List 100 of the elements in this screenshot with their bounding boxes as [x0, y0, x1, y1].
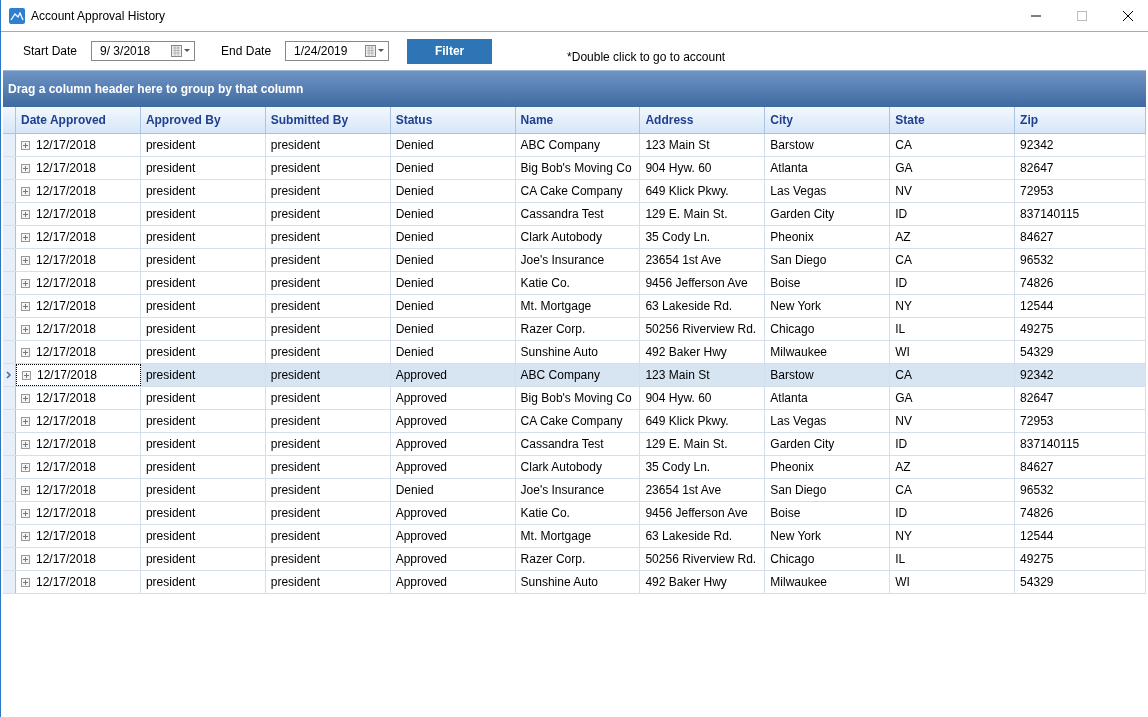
table-cell-text: Las Vegas [770, 413, 827, 430]
table-cell-text: Approved [395, 436, 448, 453]
table-cell-text: Cassandra Test [520, 206, 604, 223]
expand-icon[interactable] [21, 209, 30, 219]
table-cell-text: 12/17/2018 [36, 160, 97, 177]
table-row[interactable]: 12/17/2018 president president Approved Sunshine Auto 492 Baker Hwy Milwaukee WI 54329 [3, 571, 1146, 594]
table-cell-text: 12/17/2018 [36, 183, 97, 200]
table-cell-text: president [145, 459, 196, 476]
table-row[interactable]: 12/17/2018 president president Approved Katie Co. 9456 Jefferson Ave Boise ID 74826 [3, 502, 1146, 525]
calendar-dropdown-icon[interactable] [171, 45, 192, 57]
table-cell-text: New York [770, 298, 822, 315]
expand-icon[interactable] [21, 163, 30, 173]
table-row[interactable]: 12/17/2018 president president Approved Razer Corp. 50256 Riverview Rd. Chicago IL 49275 [3, 548, 1146, 571]
expand-icon[interactable] [21, 531, 30, 541]
table-row[interactable]: 12/17/2018 president president Approved Big Bob's Moving Co 904 Hyw. 60 Atlanta GA 82647 [3, 387, 1146, 410]
expand-icon[interactable] [21, 577, 30, 587]
table-row[interactable]: 12/17/2018 president president Denied Joe's Insurance 23654 1st Ave San Diego CA 96532 [3, 249, 1146, 272]
table-cell-text: Approved [395, 574, 448, 591]
expand-icon[interactable] [21, 301, 30, 311]
table-cell-text: president [270, 574, 321, 591]
table-cell-text: president [270, 551, 321, 568]
expand-icon[interactable] [22, 370, 31, 380]
column-header[interactable]: Zip [1015, 107, 1146, 133]
table-cell-text: president [145, 229, 196, 246]
table-cell-text: 649 Klick Pkwy. [645, 183, 729, 200]
column-header[interactable]: City [765, 107, 891, 133]
close-icon[interactable] [1122, 9, 1134, 22]
expand-icon[interactable] [21, 462, 30, 472]
table-cell-text: 12/17/2018 [36, 137, 97, 154]
table-row[interactable]: 12/17/2018 president president Approved Mt. Mortgage 63 Lakeside Rd. New York NY 12544 [3, 525, 1146, 548]
table-cell-text: Las Vegas [770, 183, 827, 200]
table-cell-text: 9456 Jefferson Ave [645, 505, 748, 522]
table-cell-text: president [145, 551, 196, 568]
table-cell-text: president [145, 252, 196, 269]
table-row[interactable]: 12/17/2018 president president Denied Sunshine Auto 492 Baker Hwy Milwaukee WI 54329 [3, 341, 1146, 364]
table-cell-text: CA Cake Company [520, 413, 623, 430]
column-header[interactable]: Name [515, 107, 641, 133]
table-cell-text: NY [895, 528, 912, 545]
table-cell-text: Denied [395, 206, 434, 223]
table-row[interactable]: 12/17/2018 president president Denied Cassandra Test 129 E. Main St. Garden City ID 837140115 [3, 203, 1146, 226]
table-cell-text: president [145, 321, 196, 338]
table-cell-text: WI [895, 344, 910, 361]
expand-icon[interactable] [21, 439, 30, 449]
table-cell-text: Cassandra Test [520, 436, 604, 453]
filter-button[interactable]: Filter [407, 38, 493, 64]
table-row[interactable]: 12/17/2018 president president Approved CA Cake Company 649 Klick Pkwy. Las Vegas NV 72953 [3, 410, 1146, 433]
table-row[interactable]: 12/17/2018 president president Denied Mt. Mortgage 63 Lakeside Rd. New York NY 12544 [3, 295, 1146, 318]
column-header[interactable]: Submitted By [265, 107, 391, 133]
table-cell-text: Boise [770, 275, 801, 292]
table-row[interactable]: 12/17/2018 president president Approved Cassandra Test 129 E. Main St. Garden City ID 837140115 [3, 433, 1146, 456]
table-cell-text: Barstow [770, 137, 814, 154]
table-row[interactable]: 12/17/2018 president president Denied ABC Company 123 Main St Barstow CA 92342 [3, 134, 1146, 157]
expand-icon[interactable] [21, 140, 30, 150]
table-cell-text: Joe's Insurance [520, 482, 605, 499]
table-row[interactable]: 12/17/2018 president president Denied Razer Corp. 50256 Riverview Rd. Chicago IL 49275 [3, 318, 1146, 341]
table-cell-text: Denied [395, 275, 434, 292]
expand-icon[interactable] [21, 186, 30, 196]
expand-icon[interactable] [21, 232, 30, 242]
table-cell-text: president [145, 574, 196, 591]
table-row[interactable]: 12/17/2018 president president Denied Katie Co. 9456 Jefferson Ave Boise ID 74826 [3, 272, 1146, 295]
expand-icon[interactable] [21, 554, 30, 564]
row-indicator[interactable] [3, 364, 16, 386]
expand-icon[interactable] [21, 393, 30, 403]
table-row[interactable]: 12/17/2018 president president Approved Clark Autobody 35 Cody Ln. Pheonix AZ 84627 [3, 456, 1146, 479]
column-header[interactable]: Approved By [140, 107, 266, 133]
table-cell-text: Atlanta [770, 390, 808, 407]
calendar-dropdown-icon[interactable] [365, 45, 386, 57]
column-header[interactable]: State [890, 107, 1016, 133]
table-row[interactable]: 12/17/2018 president president Denied Joe's Insurance 23654 1st Ave San Diego CA 96532 [3, 479, 1146, 502]
end-date-field[interactable]: 1/24/2019 [285, 41, 390, 61]
column-header[interactable]: Status [390, 107, 516, 133]
column-header[interactable]: Address [640, 107, 766, 133]
table-cell-text: 12/17/2018 [36, 229, 97, 246]
table-cell-text: ABC Company [520, 137, 600, 154]
expand-icon[interactable] [21, 416, 30, 426]
table-cell-text: 54329 [1020, 344, 1054, 361]
table-row[interactable]: 12/17/2018 president president Denied Big Bob's Moving Co 904 Hyw. 60 Atlanta GA 82647 [3, 157, 1146, 180]
table-cell-text: 123 Main St [645, 367, 710, 384]
expand-icon[interactable] [21, 324, 30, 334]
table-cell-text: 123 Main St [645, 137, 710, 154]
table-cell-text: 63 Lakeside Rd. [645, 528, 733, 545]
start-date-field[interactable]: 9/ 3/2018 [91, 41, 196, 61]
table-cell-text: 12/17/2018 [36, 413, 97, 430]
table-cell-text: Denied [395, 482, 434, 499]
table-cell-text: 49275 [1020, 551, 1054, 568]
table-cell-text: 82647 [1020, 160, 1054, 177]
hint-text: *Double click to go to account [567, 49, 726, 66]
expand-icon[interactable] [21, 485, 30, 495]
table-cell-text: IL [895, 321, 906, 338]
expand-icon[interactable] [21, 508, 30, 518]
expand-icon[interactable] [21, 347, 30, 357]
expand-icon[interactable] [21, 278, 30, 288]
table-row[interactable]: 12/17/2018 president president Approved ABC Company 123 Main St Barstow CA 92342 [3, 364, 1146, 387]
column-header[interactable]: Date Approved [16, 107, 141, 133]
table-cell-text: CA [895, 137, 912, 154]
table-cell-text: Mt. Mortgage [520, 298, 592, 315]
table-row[interactable]: 12/17/2018 president president Denied Clark Autobody 35 Cody Ln. Pheonix AZ 84627 [3, 226, 1146, 249]
expand-icon[interactable] [21, 255, 30, 265]
table-cell-text: Chicago [770, 321, 815, 338]
table-row[interactable]: 12/17/2018 president president Denied CA Cake Company 649 Klick Pkwy. Las Vegas NV 72953 [3, 180, 1146, 203]
